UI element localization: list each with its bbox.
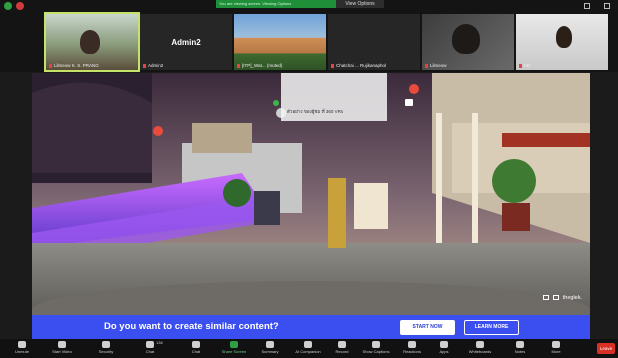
- participant-display-name: Admin2: [171, 38, 201, 47]
- tv-hotspot-icon[interactable]: [405, 99, 413, 106]
- participant-video: [234, 14, 326, 70]
- show-captions-button[interactable]: Show Captions: [356, 340, 396, 358]
- participants-count: 136: [156, 340, 163, 345]
- fullscreen-button[interactable]: [598, 0, 616, 12]
- fullscreen-toggle-icon[interactable]: [552, 295, 559, 301]
- mic-muted-icon: [519, 63, 522, 68]
- participant-name: Admin2: [148, 63, 164, 68]
- captions-icon: [372, 341, 380, 348]
- shield-icon: [102, 341, 110, 348]
- participant-avatar: [556, 26, 572, 48]
- apps-grid-icon: [440, 341, 448, 348]
- summary-button[interactable]: Summary: [250, 340, 290, 358]
- view-options-button[interactable]: View Options: [336, 0, 384, 8]
- participant-name: Lilmeow K. S. PRANG: [54, 63, 99, 68]
- mic-muted-icon: [425, 63, 428, 68]
- cta-banner: Do you want to create similar content? S…: [32, 315, 590, 339]
- mic-muted-icon: [49, 63, 52, 68]
- notes-button[interactable]: Notes: [500, 340, 540, 358]
- notes-icon: [516, 341, 524, 348]
- fullscreen-icon: [604, 3, 610, 9]
- participant-avatar: [80, 30, 100, 54]
- participant-tile[interactable]: Lilmeow: [422, 14, 514, 70]
- share-screen-icon: [230, 341, 238, 348]
- security-button[interactable]: Security: [86, 340, 126, 358]
- more-button[interactable]: More: [536, 340, 576, 358]
- chat-button[interactable]: Chat: [176, 340, 216, 358]
- map-pin-icon[interactable]: [153, 126, 163, 136]
- learn-more-button[interactable]: LEARN MORE: [464, 320, 519, 335]
- participant-tile[interactable]: Chatchai ... Rujikanaphol: [328, 14, 420, 70]
- brand-watermark: theglek.: [542, 295, 582, 301]
- participant-name: Lilmeow: [430, 63, 447, 68]
- more-dots-icon: [552, 341, 560, 348]
- recording-indicator-icon: [16, 2, 24, 10]
- participant-tile[interactable]: [ITP]_Wat... (muted): [234, 14, 326, 70]
- start-video-button[interactable]: Start Video: [42, 340, 82, 358]
- leave-button[interactable]: Leave: [597, 343, 615, 354]
- mic-muted-icon: [331, 63, 334, 68]
- shared-screen-panorama[interactable]: ตัวอย่าง ของผู้ชม ที่ 360 VRs theglek.: [32, 73, 590, 315]
- whiteboards-button[interactable]: Whiteboards: [460, 340, 500, 358]
- share-banner-text: You are viewing screen. Viewing Options: [219, 1, 292, 6]
- top-bar: You are viewing screen. Viewing Options …: [0, 0, 618, 12]
- meeting-toolbar: Unmute Start Video Security 136 Chat Cha…: [0, 339, 618, 358]
- info-popup: ตัวอย่าง ของผู้ชม ที่ 360 VRs: [281, 73, 387, 121]
- unmute-button[interactable]: Unmute: [2, 340, 42, 358]
- info-popup-text: ตัวอย่าง ของผู้ชม ที่ 360 VRs: [287, 109, 344, 114]
- brand-label: theglek.: [562, 295, 582, 301]
- summary-icon: [266, 341, 274, 348]
- participant-tile[interactable]: Admin2 Admin2: [140, 14, 232, 70]
- minimize-icon: [584, 3, 590, 9]
- emoji-icon: [408, 341, 416, 348]
- mic-muted-icon: [143, 63, 146, 68]
- participant-tile[interactable]: Lilmeow K. S. PRANG: [44, 12, 140, 72]
- people-icon: [146, 341, 154, 348]
- minimize-button[interactable]: [578, 0, 596, 12]
- record-icon: [338, 341, 346, 348]
- apps-button[interactable]: Apps: [424, 340, 464, 358]
- share-screen-button[interactable]: Share Screen: [214, 340, 254, 358]
- sparkle-icon: [304, 341, 312, 348]
- vr-mode-icon[interactable]: [542, 295, 549, 301]
- zoom-window: You are viewing screen. Viewing Options …: [0, 0, 618, 358]
- participants-button[interactable]: 136 Chat: [130, 340, 170, 358]
- mic-muted-icon: [237, 63, 240, 68]
- participant-name: KB: [524, 63, 531, 68]
- whiteboard-icon: [476, 341, 484, 348]
- hotspot-green-icon[interactable]: [273, 100, 279, 106]
- share-status-banner: You are viewing screen. Viewing Options: [216, 0, 336, 8]
- cta-headline: Do you want to create similar content?: [104, 321, 279, 332]
- security-indicator-icon[interactable]: [4, 2, 12, 10]
- microphone-icon: [18, 341, 26, 348]
- participant-name: [ITP]_Wat... (muted): [242, 63, 283, 68]
- video-camera-icon: [58, 341, 66, 348]
- video-hotspot-icon[interactable]: [409, 84, 419, 94]
- participant-tile[interactable]: KB: [516, 14, 608, 70]
- participant-name: Chatchai ... Rujikanaphol: [336, 63, 387, 68]
- chat-bubble-icon: [192, 341, 200, 348]
- participant-avatar: [452, 24, 480, 54]
- participant-strip: Lilmeow K. S. PRANG Admin2 Admin2 [ITP]_…: [0, 12, 618, 72]
- start-now-button[interactable]: START NOW: [400, 320, 455, 335]
